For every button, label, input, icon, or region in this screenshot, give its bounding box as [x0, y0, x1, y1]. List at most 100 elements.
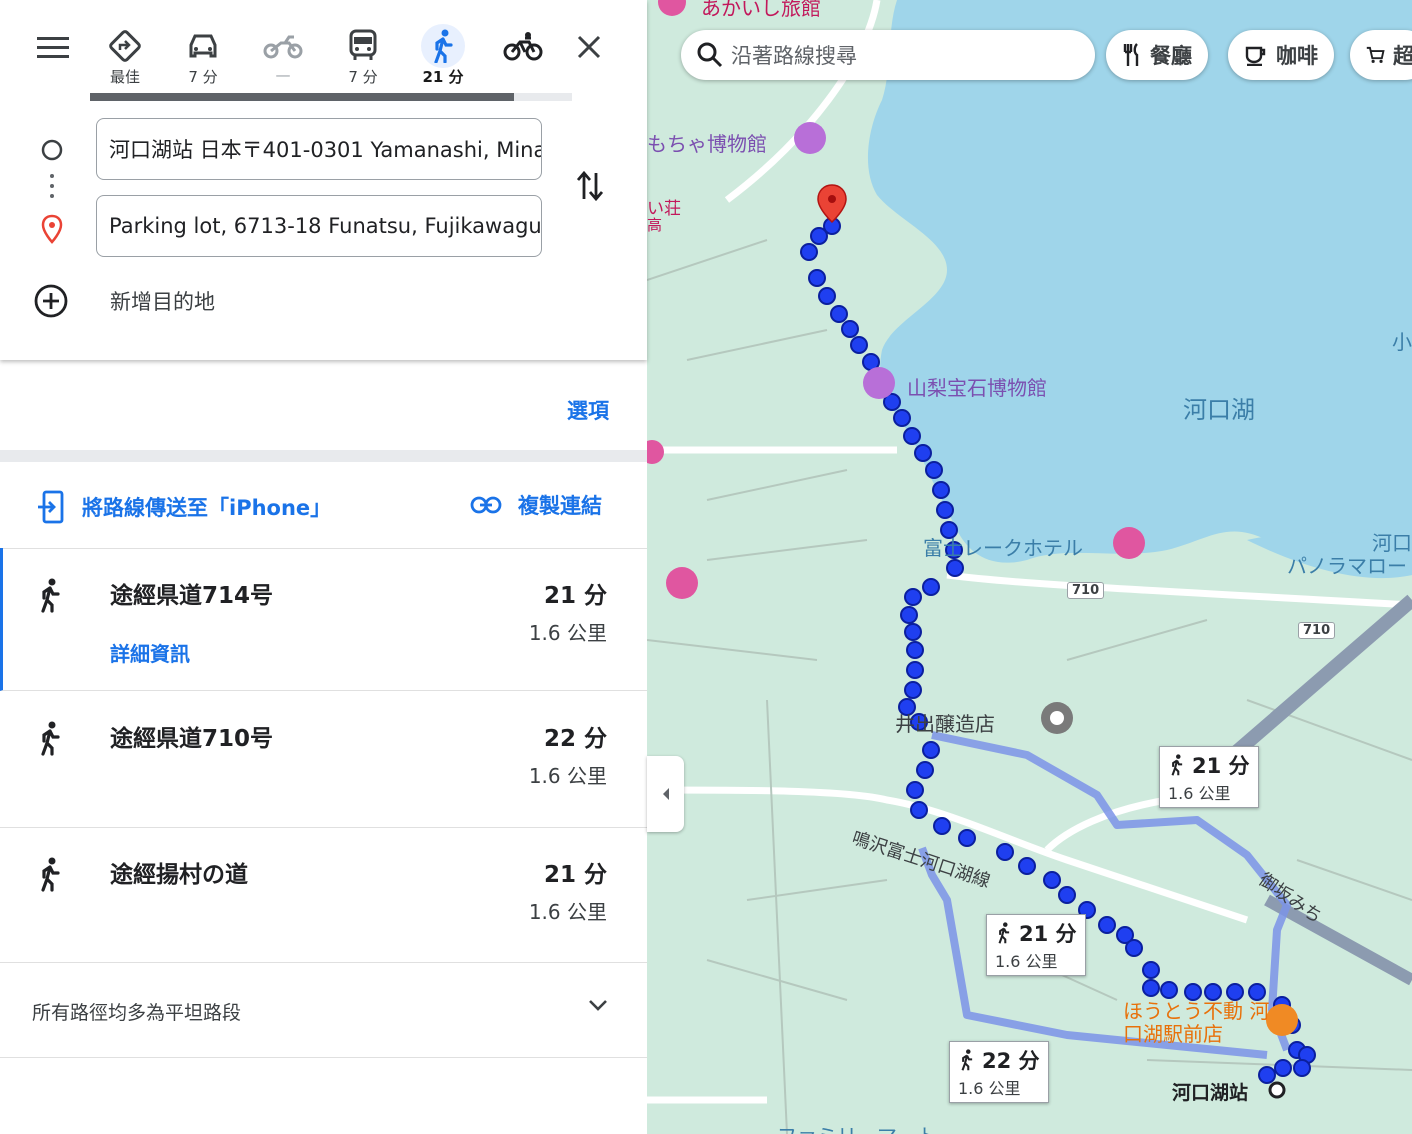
callout-distance: 1.6 公里 — [995, 952, 1058, 971]
coffee-icon — [1245, 46, 1266, 66]
route-dot — [1274, 1059, 1292, 1077]
close-directions-button[interactable] — [568, 28, 610, 66]
callout-distance: 1.6 公里 — [1168, 784, 1231, 803]
route-option-1[interactable]: 途經県道714号 21 分 1.6 公里 詳細資訊 — [0, 548, 647, 691]
route-dot — [933, 817, 951, 835]
route-details-link[interactable]: 詳細資訊 — [110, 638, 190, 667]
route-dot — [810, 227, 828, 245]
options-button[interactable]: 選項 — [567, 395, 609, 425]
route-callout[interactable]: 21 分 1.6 公里 — [986, 914, 1086, 976]
route-dot — [1184, 983, 1202, 1001]
directions-header: 最佳 7 分 — 7 分 21 分 河口湖站 日本〒401-0301 Yaman… — [0, 0, 647, 360]
caret-left-icon — [662, 788, 669, 800]
station-label[interactable]: 河口湖站 — [1172, 1078, 1248, 1105]
route-dot — [906, 661, 924, 679]
link-icon — [470, 496, 502, 514]
mode-drive-label: 7 分 — [188, 68, 218, 86]
route-dot — [906, 781, 924, 799]
route-callout[interactable]: 22 分 1.6 公里 — [949, 1041, 1049, 1103]
terrain-note-row[interactable]: 所有路徑均多為平坦路段 — [0, 962, 647, 1058]
route-callout[interactable]: 21 分 1.6 公里 — [1159, 746, 1259, 808]
road-badge-710: 710 — [1298, 622, 1336, 639]
route-dot — [800, 243, 818, 261]
origin-circle-icon — [41, 139, 63, 161]
mode-motorcycle-label: — — [275, 66, 291, 84]
route-dot — [958, 829, 976, 847]
route-time: 21 分 — [543, 583, 607, 609]
car-icon — [189, 34, 217, 58]
destination-pin — [817, 184, 847, 224]
close-icon — [577, 35, 601, 59]
route-dot — [904, 588, 922, 606]
mode-transit[interactable]: 7 分 — [333, 24, 393, 87]
restaurant-label[interactable]: ほうとう不動 河口湖駅前店 — [1123, 1000, 1273, 1046]
mode-best[interactable]: 最佳 — [95, 24, 155, 87]
route-dot — [1058, 886, 1076, 904]
walk-icon — [998, 922, 1010, 944]
callout-time: 22 分 — [982, 1049, 1040, 1073]
route-dot — [1160, 981, 1178, 999]
copy-link-button[interactable]: 複製連結 — [470, 490, 602, 520]
bottom-label: ファミリーマート — [777, 1120, 937, 1134]
route-dot — [1142, 961, 1160, 979]
loading-progress-bar — [90, 93, 572, 101]
send-to-phone-button[interactable]: 將路線傳送至「iPhone」 — [36, 490, 331, 524]
route-dot — [922, 741, 940, 759]
route-dot — [1204, 983, 1222, 1001]
map-canvas[interactable]: あかいし旅館 もちゃ博物館 い荘 高 山梨宝石博物館 河口湖 小 富士レークホテ… — [647, 0, 1412, 1134]
route-dot — [996, 843, 1014, 861]
route-search-box[interactable]: 沿著路線搜尋 — [681, 30, 1095, 80]
restaurants-chip-label: 餐廳 — [1150, 44, 1192, 68]
route-dot — [916, 761, 934, 779]
route-option-2[interactable]: 途經県道710号 22 分 1.6 公里 — [0, 691, 647, 828]
walk-icon — [434, 29, 453, 63]
destination-input[interactable]: Parking lot, 6713-18 Funatsu, Fujikawagu… — [96, 195, 542, 257]
route-time: 21 分 — [543, 862, 607, 888]
gem-museum-label[interactable]: 山梨宝石博物館 — [907, 372, 1047, 401]
search-placeholder: 沿著路線搜尋 — [731, 44, 857, 68]
callout-distance: 1.6 公里 — [958, 1079, 1021, 1098]
route-distance: 1.6 公里 — [528, 621, 607, 645]
mode-drive[interactable]: 7 分 — [173, 24, 233, 87]
route-dot — [925, 461, 943, 479]
origin-input[interactable]: 河口湖站 日本〒401-0301 Yamanashi, Minamitsuru — [96, 118, 542, 180]
mode-walk[interactable]: 21 分 — [413, 24, 473, 87]
motorcycle-icon — [263, 35, 303, 59]
menu-button[interactable] — [32, 28, 74, 66]
hotel-label[interactable]: 富士レークホテル — [923, 532, 1083, 561]
send-to-phone-label: 將路線傳送至「iPhone」 — [82, 496, 332, 520]
add-destination-button[interactable]: 新增目的地 — [34, 284, 215, 318]
route-dot — [922, 578, 940, 596]
supermarket-chip[interactable]: 超 — [1350, 30, 1412, 80]
route-dot — [1018, 857, 1036, 875]
ryokan-label: あかいし旅館 — [701, 0, 821, 20]
route-dot — [1258, 1066, 1276, 1084]
mode-bicycle[interactable] — [493, 24, 553, 66]
swap-locations-button[interactable] — [570, 166, 610, 206]
route-dot — [830, 305, 848, 323]
brewery-label[interactable]: 井出醸造店 — [895, 708, 995, 737]
route-dot — [1142, 979, 1160, 997]
route-distance: 1.6 公里 — [528, 900, 607, 924]
route-dots-icon — [50, 174, 54, 198]
terrain-note: 所有路徑均多為平坦路段 — [32, 1002, 242, 1024]
bicycle-icon — [503, 32, 543, 61]
route-distance: 1.6 公里 — [528, 764, 607, 788]
route-dot — [1043, 871, 1061, 889]
mode-best-label: 最佳 — [109, 68, 140, 86]
route-option-3[interactable]: 途經揚村の道 21 分 1.6 公里 — [0, 827, 647, 963]
coffee-chip[interactable]: 咖啡 — [1228, 30, 1334, 80]
route-dot — [1293, 1059, 1311, 1077]
museum-label[interactable]: もちゃ博物館 — [647, 128, 767, 157]
station-marker — [1268, 1081, 1286, 1099]
route-dot — [893, 409, 911, 427]
walk-icon — [41, 857, 60, 892]
route-time: 22 分 — [543, 726, 607, 752]
mode-motorcycle[interactable]: — — [253, 24, 313, 84]
coffee-chip-label: 咖啡 — [1276, 44, 1318, 68]
menu-icon — [37, 37, 69, 58]
collapse-panel-button[interactable] — [647, 756, 684, 832]
inn-label-2: 高 — [647, 216, 663, 234]
restaurants-chip[interactable]: 餐廳 — [1106, 30, 1208, 80]
walk-icon — [961, 1049, 973, 1071]
